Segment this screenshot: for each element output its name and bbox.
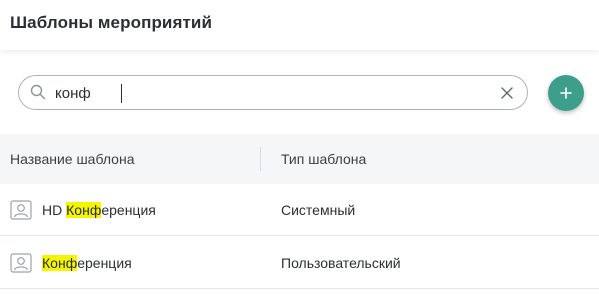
user-icon — [10, 200, 32, 220]
highlight-text: Кон — [66, 202, 90, 218]
page-header: Шаблоны мероприятий — [0, 0, 599, 50]
template-type: Системный — [281, 202, 356, 218]
text-caret — [121, 84, 122, 103]
search-box[interactable] — [18, 75, 528, 110]
page-title: Шаблоны мероприятий — [10, 13, 213, 32]
highlight-text: Кон — [42, 255, 66, 271]
highlight-text-end: ф — [65, 255, 78, 271]
column-divider — [260, 147, 261, 171]
template-name: Конференция — [42, 255, 132, 271]
name-prefix: HD — [42, 202, 67, 218]
table-row[interactable]: HD Конференция Системный — [0, 184, 599, 236]
name-rest: еренция — [101, 202, 156, 218]
table-row[interactable]: Конференция Пользовательский — [0, 237, 599, 289]
search-highlight: Конф — [66, 202, 102, 218]
column-header-type[interactable]: Тип шаблона — [281, 151, 366, 167]
add-template-button[interactable] — [548, 75, 584, 111]
search-input[interactable] — [55, 82, 485, 104]
toolbar — [0, 50, 599, 134]
close-icon[interactable] — [500, 86, 514, 100]
template-name: HD Конференция — [42, 202, 156, 218]
plus-icon — [560, 87, 572, 99]
user-icon — [10, 253, 32, 273]
column-header-name[interactable]: Название шаблона — [10, 151, 135, 167]
search-highlight: Конф — [42, 255, 78, 271]
table-header: Название шаблона Тип шаблона — [0, 134, 599, 184]
name-rest: еренция — [77, 255, 132, 271]
search-icon — [30, 84, 46, 100]
template-type: Пользовательский — [281, 255, 401, 271]
highlight-text-end: ф — [89, 202, 102, 218]
